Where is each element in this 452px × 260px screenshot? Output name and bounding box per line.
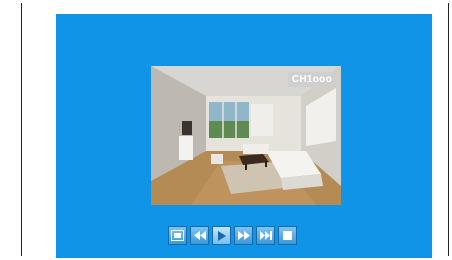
playback-controls — [168, 226, 297, 245]
rewind-button[interactable] — [190, 226, 209, 245]
video-viewport[interactable]: CH1ooo — [151, 66, 341, 205]
skip-to-end-icon — [259, 231, 272, 240]
skip-to-end-button[interactable] — [256, 226, 275, 245]
play-icon — [218, 230, 226, 241]
rewind-icon — [193, 231, 206, 240]
play-button[interactable] — [212, 226, 231, 245]
fast-forward-icon — [237, 231, 250, 240]
player-panel: CH1ooo — [56, 14, 432, 258]
stop-icon — [283, 231, 292, 240]
snapshot-button[interactable] — [168, 226, 187, 245]
channel-label: CH1ooo — [287, 72, 336, 87]
fast-forward-button[interactable] — [234, 226, 253, 245]
stop-button[interactable] — [278, 226, 297, 245]
snapshot-icon — [171, 230, 184, 241]
